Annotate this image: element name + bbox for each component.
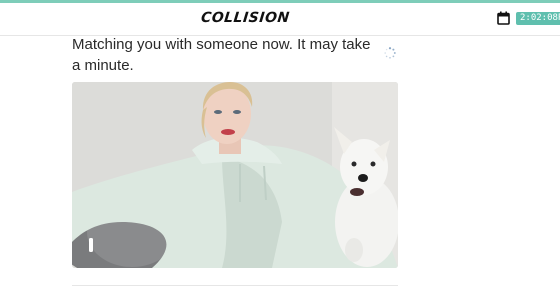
collision-logo[interactable]: COLLISION: [200, 10, 290, 26]
matching-status-message: Matching you with someone now. It may ta…: [72, 36, 371, 74]
content-divider: [72, 285, 398, 286]
loading-spinner-icon: [384, 46, 396, 59]
clock-badge: 2:02:08PM: [516, 12, 560, 25]
video-feed[interactable]: [72, 82, 398, 268]
top-header: COLLISION 2:02:08PM: [0, 3, 560, 36]
calendar-icon[interactable]: [497, 11, 510, 25]
